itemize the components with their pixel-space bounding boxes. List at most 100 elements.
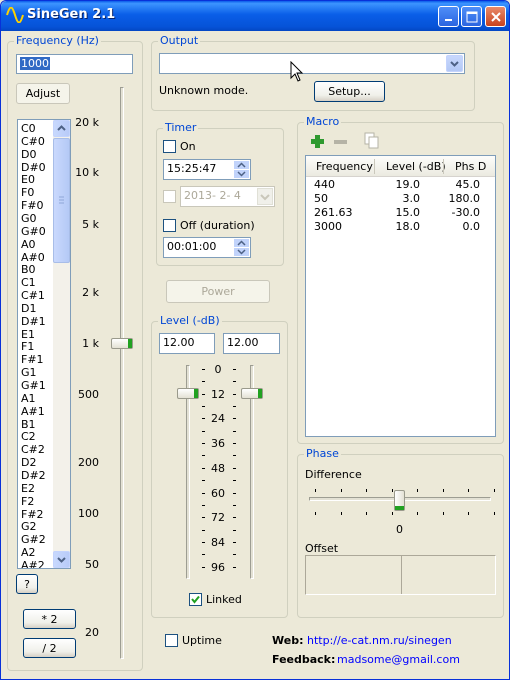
note-list-item[interactable]: A#2 bbox=[21, 559, 45, 568]
setup-button[interactable]: Setup... bbox=[314, 81, 385, 102]
level-right-input[interactable]: 12.00 bbox=[223, 333, 280, 354]
note-list-item[interactable]: C#0 bbox=[21, 135, 45, 149]
macro-table-cell: 15.0 bbox=[395, 206, 421, 219]
sine-wave-icon bbox=[6, 7, 24, 23]
feedback-link[interactable]: madsome@gmail.com bbox=[337, 653, 460, 666]
feedback-label: Feedback: bbox=[272, 653, 336, 666]
macro-header-level[interactable]: Level (-dB) bbox=[386, 160, 446, 173]
timer-date-checkbox[interactable] bbox=[163, 190, 176, 203]
note-list-item[interactable]: G#0 bbox=[21, 225, 46, 239]
note-list-item[interactable]: F#2 bbox=[21, 508, 44, 522]
close-button[interactable] bbox=[485, 6, 506, 27]
phase-difference-slider-thumb[interactable] bbox=[394, 490, 405, 511]
adjust-button[interactable]: Adjust bbox=[16, 83, 70, 104]
multiply-2-button[interactable]: * 2 bbox=[23, 609, 76, 629]
output-device-select[interactable] bbox=[159, 53, 465, 74]
level-scale-label: 96 bbox=[211, 560, 225, 574]
note-list-item[interactable]: C0 bbox=[21, 122, 36, 136]
note-list-item[interactable]: A#1 bbox=[21, 405, 45, 419]
note-list-item[interactable]: C#2 bbox=[21, 444, 45, 457]
note-list-item[interactable]: A2 bbox=[21, 546, 36, 560]
note-list-item[interactable]: G2 bbox=[21, 521, 37, 534]
timer-duration-input[interactable]: 00:01:00 bbox=[163, 237, 251, 258]
note-list-item[interactable]: E0 bbox=[21, 174, 35, 187]
macro-table-row[interactable]: 50 3.0 180.0 bbox=[306, 192, 495, 206]
note-list-item[interactable]: E1 bbox=[21, 328, 35, 342]
macro-table[interactable]: Frequency Level (-dB) Phs D 440 19.0 45.0 5… bbox=[305, 155, 496, 437]
frequency-scale-label: 10 k bbox=[75, 166, 99, 179]
grip-icon bbox=[59, 196, 64, 204]
note-list-item[interactable]: A0 bbox=[21, 238, 36, 252]
note-list-item[interactable]: G#2 bbox=[21, 534, 46, 547]
note-list-scroll-thumb[interactable] bbox=[53, 138, 70, 263]
timer-on-checkbox[interactable] bbox=[163, 140, 176, 153]
note-list-item[interactable]: D#0 bbox=[21, 161, 46, 175]
phase-slider-tick bbox=[315, 489, 316, 492]
note-list-item[interactable]: F0 bbox=[21, 187, 34, 200]
adjust-button-label: Adjust bbox=[25, 87, 61, 100]
timer-duration-spinner[interactable] bbox=[234, 239, 249, 256]
phase-offset-panel[interactable] bbox=[305, 555, 496, 595]
note-list-item[interactable]: C1 bbox=[21, 277, 36, 290]
note-list-item[interactable]: A1 bbox=[21, 392, 36, 406]
macro-header-phase[interactable]: Phs D bbox=[455, 160, 486, 173]
help-button[interactable]: ? bbox=[16, 574, 38, 594]
note-list-item[interactable]: F#1 bbox=[21, 354, 44, 367]
note-list-item[interactable]: F2 bbox=[21, 495, 34, 509]
level-left-slider-thumb[interactable] bbox=[177, 387, 199, 399]
note-list-item[interactable]: A#0 bbox=[21, 251, 45, 265]
note-list-item[interactable]: C#1 bbox=[21, 289, 45, 303]
setup-button-label: Setup... bbox=[328, 85, 371, 98]
level-scale-label: 72 bbox=[211, 511, 225, 525]
level-right-slider-thumb[interactable] bbox=[241, 387, 263, 399]
level-left-input[interactable]: 12.00 bbox=[159, 333, 215, 354]
frequency-slider-thumb[interactable] bbox=[111, 338, 133, 349]
minimize-button[interactable] bbox=[438, 6, 459, 27]
macro-header-frequency[interactable]: Frequency bbox=[316, 160, 373, 173]
note-list-item[interactable]: G0 bbox=[21, 212, 37, 226]
frequency-slider-track[interactable] bbox=[120, 87, 124, 659]
note-list-item[interactable]: C2 bbox=[21, 431, 36, 444]
timer-on-time-spinner[interactable] bbox=[234, 161, 249, 178]
note-list-item[interactable]: B1 bbox=[21, 418, 36, 432]
power-button[interactable]: Power bbox=[166, 280, 270, 303]
output-group: Output bbox=[151, 34, 475, 111]
macro-table-row[interactable]: 261.63 15.0 -30.0 bbox=[306, 206, 495, 220]
title-bar[interactable]: SineGen 2.1 bbox=[1, 1, 509, 31]
level-left-value: 12.00 bbox=[163, 336, 195, 349]
note-list-item[interactable]: F1 bbox=[21, 341, 34, 354]
mouse-cursor-icon bbox=[290, 61, 304, 82]
phase-offset-label: Offset bbox=[305, 542, 339, 555]
timer-on-time-input[interactable]: 15:25:47 bbox=[163, 159, 251, 180]
web-link[interactable]: http://e-cat.nm.ru/sinegen bbox=[307, 634, 452, 647]
timer-group-label: Timer bbox=[163, 121, 199, 134]
note-list-item[interactable]: G1 bbox=[21, 367, 37, 380]
note-list-item[interactable]: E2 bbox=[21, 482, 35, 496]
uptime-checkbox[interactable] bbox=[165, 634, 178, 647]
note-list-item[interactable]: D2 bbox=[21, 456, 36, 470]
frequency-input[interactable]: 1000 bbox=[16, 54, 133, 74]
add-macro-icon[interactable] bbox=[310, 134, 325, 149]
linked-checkbox[interactable] bbox=[189, 593, 202, 606]
note-list-item[interactable]: D1 bbox=[21, 302, 36, 316]
maximize-button[interactable] bbox=[461, 6, 482, 27]
note-list-item[interactable]: D#1 bbox=[21, 315, 46, 329]
macro-table-cell: 45.0 bbox=[455, 178, 481, 191]
copy-macro-icon[interactable] bbox=[364, 132, 379, 149]
note-list-item[interactable]: B0 bbox=[21, 264, 36, 277]
note-list-item[interactable]: D0 bbox=[21, 148, 36, 162]
timer-off-checkbox[interactable] bbox=[163, 219, 176, 232]
remove-macro-icon[interactable] bbox=[333, 134, 348, 149]
note-list-item[interactable]: F#0 bbox=[21, 199, 44, 213]
phase-difference-value: 0 bbox=[396, 523, 403, 536]
note-list-item[interactable]: G#1 bbox=[21, 379, 46, 393]
frequency-scale-label: 500 bbox=[78, 388, 99, 401]
level-group-label: Level (-dB) bbox=[158, 314, 222, 327]
note-list-item[interactable]: D#2 bbox=[21, 469, 46, 483]
macro-table-row[interactable]: 440 19.0 45.0 bbox=[306, 178, 495, 192]
timer-date-picker[interactable]: 2013- 2- 4 bbox=[180, 186, 275, 207]
timer-date-dropdown[interactable] bbox=[257, 188, 273, 205]
output-dropdown-button[interactable] bbox=[446, 55, 463, 72]
macro-table-row[interactable]: 3000 18.0 0.0 bbox=[306, 220, 495, 234]
divide-2-button[interactable]: / 2 bbox=[23, 638, 76, 658]
